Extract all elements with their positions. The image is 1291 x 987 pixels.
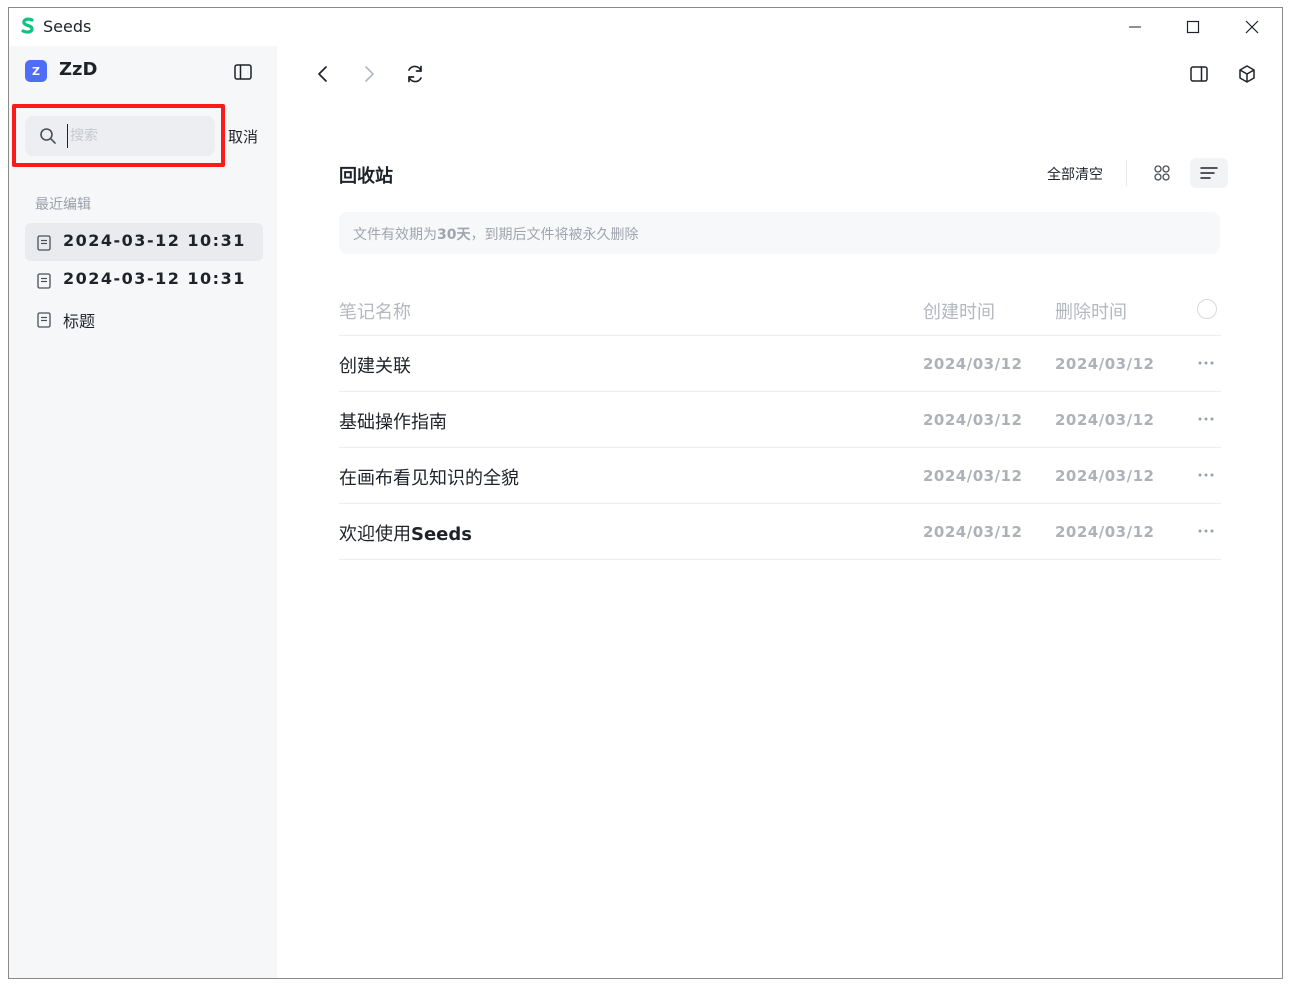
grid-view-icon — [1154, 165, 1170, 181]
created-date: 2024/03/12 — [923, 411, 1023, 429]
created-date: 2024/03/12 — [923, 467, 1023, 485]
more-icon — [1198, 473, 1214, 477]
header-name: 笔记名称 — [339, 302, 411, 323]
note-name-bold: Seeds — [411, 524, 472, 545]
minimize-icon — [1129, 26, 1141, 28]
notice-days: 30天 — [437, 227, 471, 243]
recent-item[interactable]: 标题 — [25, 300, 263, 338]
seeds-logo-icon — [21, 17, 34, 34]
search-box[interactable] — [25, 116, 215, 156]
sidebar-toggle-icon — [234, 64, 252, 80]
retention-notice: 文件有效期为30天，到期后文件将被永久删除 — [339, 212, 1220, 254]
cube-icon — [1239, 65, 1255, 83]
trash-table: 笔记名称 创建时间 删除时间 创建关联 2024/03/12 2024/03/1… — [339, 288, 1221, 560]
deleted-date: 2024/03/12 — [1055, 355, 1155, 373]
workspace-name[interactable]: ZzD — [59, 59, 97, 80]
note-name: 欢迎使用Seeds — [339, 520, 472, 546]
more-icon — [1198, 417, 1214, 421]
note-name-text: 欢迎使用 — [339, 524, 411, 545]
title-bar: Seeds — [9, 8, 1282, 46]
note-name: 在画布看见知识的全貌 — [339, 464, 519, 490]
app-window: Seeds Z ZzD 搜索 取消 最近编辑 2024-03-12 10:31 … — [8, 7, 1283, 979]
recent-item[interactable]: 2024-03-12 10:31 — [25, 223, 263, 261]
main-content: 回收站 全部清空 文件有效期为30天，到期后文件将被永久删除 笔记名称 创建时间 — [277, 46, 1282, 978]
close-icon — [1245, 20, 1259, 34]
recent-item-label: 2024-03-12 10:31 — [63, 269, 246, 288]
sidebar: Z ZzD 取消 最近编辑 2024-03-12 10:31 — [9, 46, 277, 978]
header-created: 创建时间 — [923, 302, 995, 323]
recent-item-label: 标题 — [63, 312, 96, 331]
back-arrow-icon — [318, 66, 327, 82]
document-icon — [37, 273, 51, 289]
row-more-button[interactable] — [1195, 352, 1217, 374]
header-deleted: 删除时间 — [1055, 302, 1127, 323]
app-title: Seeds — [43, 17, 92, 36]
row-more-button[interactable] — [1195, 408, 1217, 430]
deleted-date: 2024/03/12 — [1055, 523, 1155, 541]
maximize-button[interactable] — [1164, 8, 1222, 46]
recent-edits-label: 最近编辑 — [35, 197, 91, 213]
table-row[interactable]: 创建关联 2024/03/12 2024/03/12 — [339, 336, 1221, 392]
page-title: 回收站 — [339, 166, 393, 187]
recent-item-label: 2024-03-12 10:31 — [63, 231, 246, 250]
close-button[interactable] — [1223, 8, 1281, 46]
table-row[interactable]: 基础操作指南 2024/03/12 2024/03/12 — [339, 392, 1221, 448]
more-icon — [1198, 361, 1214, 365]
note-name-text: 基础操作指南 — [339, 412, 447, 433]
panel-toggle-icon — [1190, 66, 1208, 82]
toolbar-divider — [1126, 160, 1127, 186]
deleted-date: 2024/03/12 — [1055, 467, 1155, 485]
notice-prefix: 文件有效期为 — [353, 227, 437, 243]
minimize-button[interactable] — [1106, 8, 1164, 46]
table-row[interactable]: 在画布看见知识的全貌 2024/03/12 2024/03/12 — [339, 448, 1221, 504]
note-name-text: 在画布看见知识的全貌 — [339, 468, 519, 489]
created-date: 2024/03/12 — [923, 355, 1023, 373]
refresh-button[interactable] — [401, 60, 429, 88]
note-name: 基础操作指南 — [339, 408, 447, 434]
list-view-button[interactable] — [1190, 158, 1228, 188]
table-header: 笔记名称 创建时间 删除时间 — [339, 288, 1221, 336]
created-date: 2024/03/12 — [923, 523, 1023, 541]
back-button[interactable] — [309, 60, 337, 88]
forward-arrow-icon — [365, 66, 374, 82]
document-icon — [37, 312, 51, 328]
notice-suffix: ，到期后文件将被永久删除 — [470, 227, 639, 243]
table-row[interactable]: 欢迎使用Seeds 2024/03/12 2024/03/12 — [339, 504, 1221, 560]
cube-button[interactable] — [1233, 60, 1261, 88]
select-all-checkbox[interactable] — [1197, 299, 1217, 319]
deleted-date: 2024/03/12 — [1055, 411, 1155, 429]
note-name-text: 创建关联 — [339, 356, 411, 377]
recent-item[interactable]: 2024-03-12 10:31 — [25, 261, 263, 299]
search-input[interactable] — [67, 124, 207, 148]
clear-all-button[interactable]: 全部清空 — [1047, 164, 1103, 184]
forward-button[interactable] — [355, 60, 383, 88]
row-more-button[interactable] — [1195, 464, 1217, 486]
sidebar-toggle-button[interactable] — [231, 60, 255, 84]
row-more-button[interactable] — [1195, 520, 1217, 542]
more-icon — [1198, 529, 1214, 533]
cancel-search-button[interactable]: 取消 — [228, 126, 258, 147]
search-icon — [40, 128, 56, 144]
refresh-icon — [408, 65, 422, 83]
maximize-icon — [1186, 20, 1200, 34]
panel-toggle-button[interactable] — [1185, 60, 1213, 88]
grid-view-button[interactable] — [1143, 158, 1181, 188]
note-name: 创建关联 — [339, 352, 411, 378]
list-view-icon — [1200, 167, 1218, 179]
workspace-avatar[interactable]: Z — [25, 60, 47, 82]
document-icon — [37, 235, 51, 251]
